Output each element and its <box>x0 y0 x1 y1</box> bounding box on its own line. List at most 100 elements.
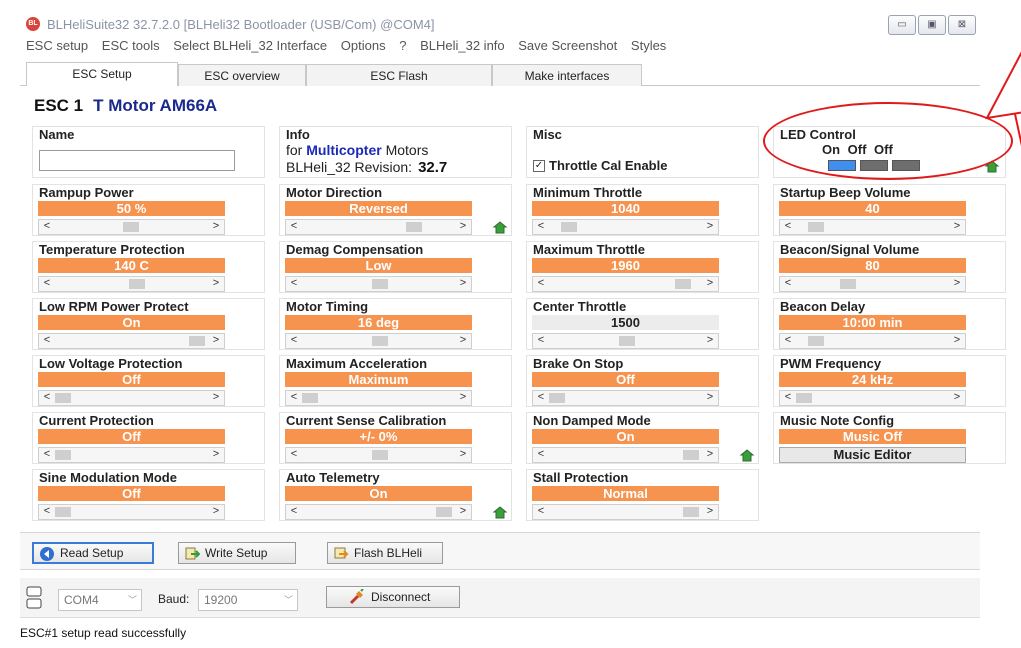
low-rpm-power-protect-slider[interactable]: < > <box>38 333 225 349</box>
write-setup-button[interactable]: Write Setup <box>178 542 296 564</box>
menu-select-interface[interactable]: Select BLHeli_32 Interface <box>173 38 327 53</box>
rampup-power-slider[interactable]: < > <box>38 219 225 235</box>
motor-direction-slider[interactable]: < > <box>285 219 472 235</box>
sine-modulation-mode-label: Sine Modulation Mode <box>39 470 177 485</box>
menu-blheli-info[interactable]: BLHeli_32 info <box>420 38 505 53</box>
maximum-throttle-label: Maximum Throttle <box>533 242 645 257</box>
brake-on-stop-slider[interactable]: < > <box>532 390 719 406</box>
current-protection-slider[interactable]: < > <box>38 447 225 463</box>
name-cell: Name <box>32 126 265 178</box>
current-sense-calibration-slider[interactable]: < > <box>285 447 472 463</box>
low-voltage-protection-label: Low Voltage Protection <box>39 356 183 371</box>
disconnect-button[interactable]: Disconnect <box>326 586 460 608</box>
motor-direction-cell: Motor Direction Reversed < > <box>279 184 512 236</box>
port-status-icon <box>26 586 42 609</box>
esc-motor-name: T Motor AM66A <box>93 96 218 115</box>
startup-beep-volume-slider[interactable]: < > <box>779 219 966 235</box>
maximum-throttle-cell: Maximum Throttle 1960 < > <box>526 241 759 293</box>
maximize-button[interactable]: ▣ <box>918 15 946 35</box>
flash-blheli-button[interactable]: Flash BLHeli <box>327 542 443 564</box>
minimum-throttle-value: 1040 <box>532 201 719 216</box>
pwm-frequency-cell: PWM Frequency 24 kHz < > <box>773 355 1006 407</box>
temperature-protection-slider[interactable]: < > <box>38 276 225 292</box>
rampup-power-value: 50 % <box>38 201 225 216</box>
beacon-delay-value: 10:00 min <box>779 315 966 330</box>
motor-timing-label: Motor Timing <box>286 299 369 314</box>
esc-heading: ESC 1 T Motor AM66A <box>34 96 217 116</box>
info-firmware-type: for Multicopter Motors <box>286 142 429 158</box>
startup-beep-volume-value: 40 <box>779 201 966 216</box>
menu-help[interactable]: ? <box>399 38 406 53</box>
beacon-delay-slider[interactable]: < > <box>779 333 966 349</box>
center-throttle-slider[interactable]: < > <box>532 333 719 349</box>
baud-rate-select[interactable]: 19200 ﹀ <box>198 589 298 611</box>
menu-save-screenshot[interactable]: Save Screenshot <box>518 38 617 53</box>
motor-timing-slider[interactable]: < > <box>285 333 472 349</box>
stall-protection-label: Stall Protection <box>533 470 629 485</box>
tab-esc-flash[interactable]: ESC Flash <box>306 64 492 87</box>
maximum-throttle-slider[interactable]: < > <box>532 276 719 292</box>
blheli-suite-window: BL BLHeliSuite32 32.7.2.0 [BLHeli32 Boot… <box>0 0 1021 648</box>
minimize-button[interactable]: ▭ <box>888 15 916 35</box>
tab-esc-setup[interactable]: ESC Setup <box>26 62 178 87</box>
music-note-config-cell: Music Note Config Music Off Music Editor <box>773 412 1006 464</box>
motor-direction-value: Reversed <box>285 201 472 216</box>
non-damped-mode-cell: Non Damped Mode On < > <box>526 412 759 464</box>
demag-compensation-cell: Demag Compensation Low < > <box>279 241 512 293</box>
sine-modulation-mode-slider[interactable]: < > <box>38 504 225 520</box>
annotation-callout-arrow <box>985 51 1021 147</box>
tab-esc-overview[interactable]: ESC overview <box>178 64 306 87</box>
maximum-acceleration-cell: Maximum Acceleration Maximum < > <box>279 355 512 407</box>
rampup-power-label: Rampup Power <box>39 185 134 200</box>
apply-all-icon[interactable] <box>739 448 755 462</box>
minimum-throttle-slider[interactable]: < > <box>532 219 719 235</box>
auto-telemetry-slider[interactable]: < > <box>285 504 472 520</box>
com-port-select[interactable]: COM4 ﹀ <box>58 589 142 611</box>
beacon-signal-volume-slider[interactable]: < > <box>779 276 966 292</box>
close-button[interactable]: ⊠ <box>948 15 976 35</box>
stall-protection-slider[interactable]: < > <box>532 504 719 520</box>
esc-name-input[interactable] <box>39 150 235 171</box>
low-voltage-protection-value: Off <box>38 372 225 387</box>
non-damped-mode-slider[interactable]: < > <box>532 447 719 463</box>
beacon-signal-volume-label: Beacon/Signal Volume <box>780 242 920 257</box>
center-throttle-cell: Center Throttle 1500 < > <box>526 298 759 350</box>
low-voltage-protection-slider[interactable]: < > <box>38 390 225 406</box>
demag-compensation-slider[interactable]: < > <box>285 276 472 292</box>
apply-all-icon[interactable] <box>492 220 508 234</box>
pwm-frequency-value: 24 kHz <box>779 372 966 387</box>
minimum-throttle-cell: Minimum Throttle 1040 < > <box>526 184 759 236</box>
current-sense-calibration-label: Current Sense Calibration <box>286 413 447 428</box>
music-note-config-value: Music Off <box>779 429 966 444</box>
startup-beep-volume-cell: Startup Beep Volume 40 < > <box>773 184 1006 236</box>
misc-cell: Misc ✓ Throttle Cal Enable <box>526 126 759 178</box>
pwm-frequency-slider[interactable]: < > <box>779 390 966 406</box>
menu-styles[interactable]: Styles <box>631 38 666 53</box>
menu-esc-tools[interactable]: ESC tools <box>102 38 160 53</box>
menu-options[interactable]: Options <box>341 38 386 53</box>
sine-modulation-mode-cell: Sine Modulation Mode Off < > <box>32 469 265 521</box>
auto-telemetry-value: On <box>285 486 472 501</box>
motor-timing-cell: Motor Timing 16 deg < > <box>279 298 512 350</box>
low-voltage-protection-cell: Low Voltage Protection Off < > <box>32 355 265 407</box>
temperature-protection-label: Temperature Protection <box>39 242 185 257</box>
stall-protection-cell: Stall Protection Normal < > <box>526 469 759 521</box>
tab-make-interfaces[interactable]: Make interfaces <box>492 64 642 87</box>
demag-compensation-label: Demag Compensation <box>286 242 424 257</box>
low-rpm-power-protect-cell: Low RPM Power Protect On < > <box>32 298 265 350</box>
non-damped-mode-value: On <box>532 429 719 444</box>
maximum-acceleration-label: Maximum Acceleration <box>286 356 428 371</box>
music-editor-button[interactable]: Music Editor <box>779 447 966 463</box>
sine-modulation-mode-value: Off <box>38 486 225 501</box>
menu-esc-setup[interactable]: ESC setup <box>26 38 88 53</box>
maximum-acceleration-slider[interactable]: < > <box>285 390 472 406</box>
temperature-protection-cell: Temperature Protection 140 C < > <box>32 241 265 293</box>
read-setup-button[interactable]: Read Setup <box>32 542 154 564</box>
current-protection-cell: Current Protection Off < > <box>32 412 265 464</box>
apply-all-icon[interactable] <box>492 505 508 519</box>
motor-direction-label: Motor Direction <box>286 185 383 200</box>
startup-beep-volume-label: Startup Beep Volume <box>780 185 911 200</box>
low-rpm-power-protect-label: Low RPM Power Protect <box>39 299 189 314</box>
throttle-cal-checkbox[interactable]: ✓ <box>533 160 545 172</box>
misc-label: Misc <box>533 127 562 142</box>
